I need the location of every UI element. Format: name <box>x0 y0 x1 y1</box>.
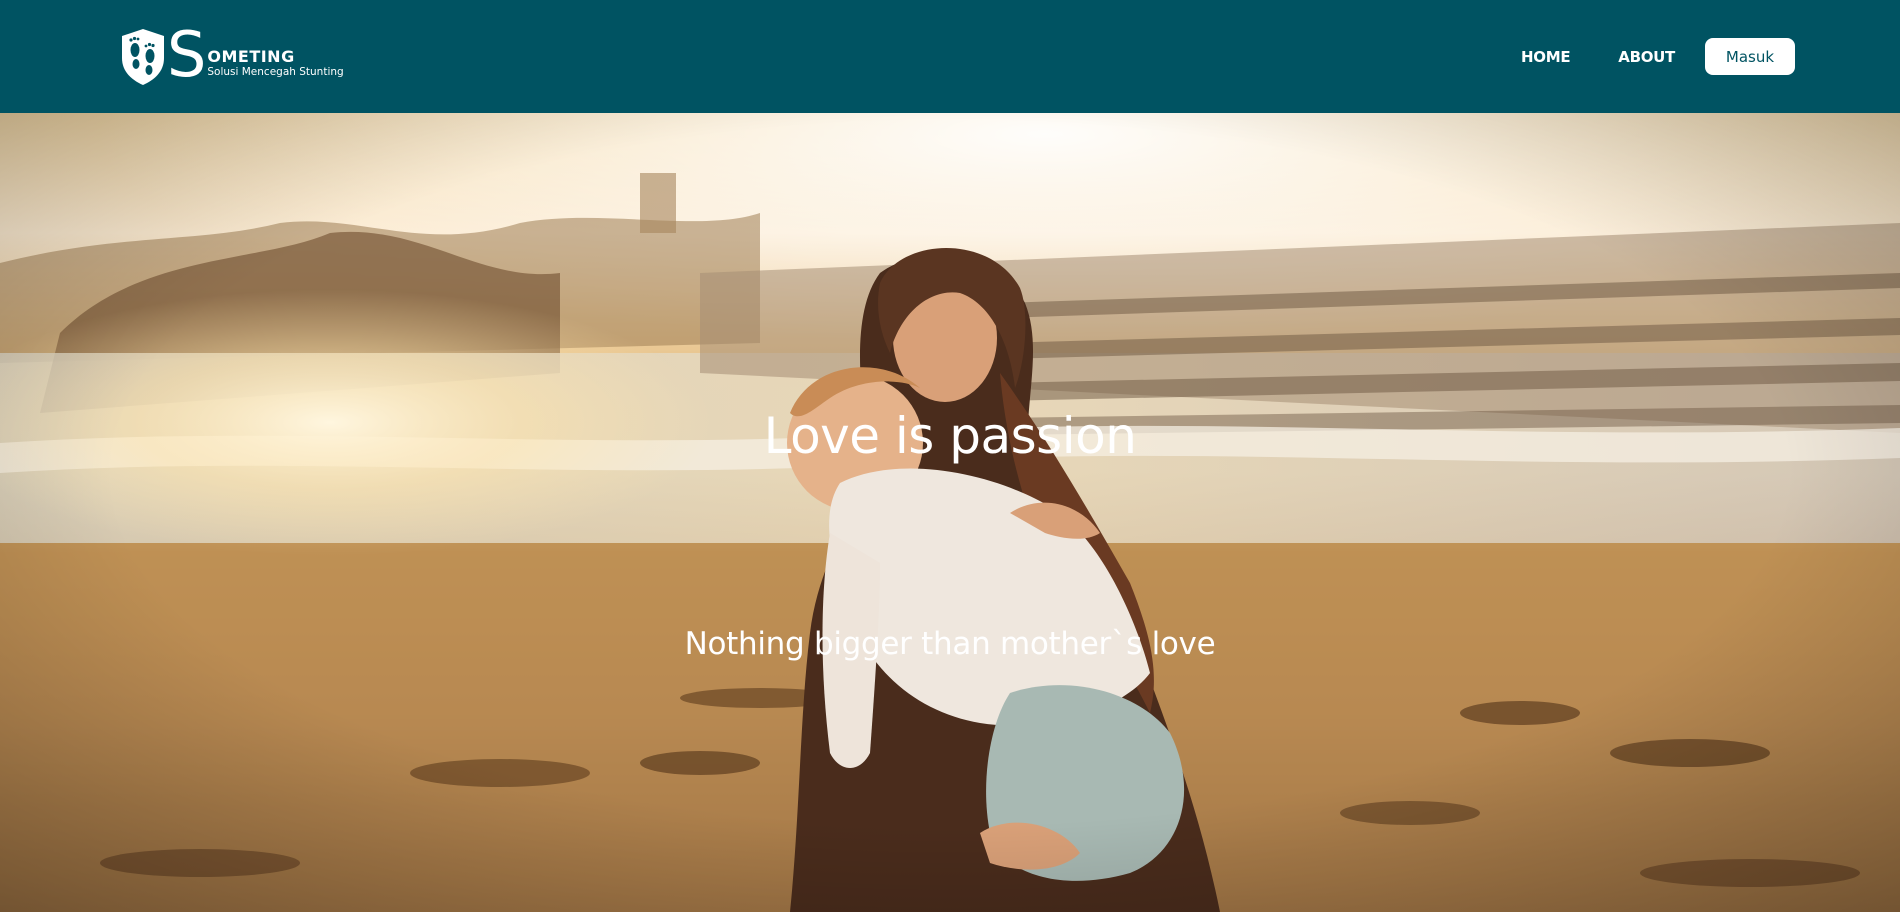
brand-tagline: Solusi Mencegah Stunting <box>207 66 344 78</box>
login-button[interactable]: Masuk <box>1705 38 1795 75</box>
hero-title: Love is passion <box>763 406 1137 465</box>
brand-letter: S <box>167 18 207 91</box>
nav-home-link[interactable]: HOME <box>1521 48 1571 66</box>
nav-about-link[interactable]: ABOUT <box>1618 48 1675 66</box>
brand-name: OMETING <box>207 47 295 66</box>
navbar: S OMETING Solusi Mencegah Stunting HOME … <box>0 0 1900 113</box>
brand-logo[interactable]: S OMETING Solusi Mencegah Stunting <box>120 18 344 91</box>
brand-text: OMETING Solusi Mencegah Stunting <box>207 49 343 79</box>
hero-banner: Love is passion Nothing bigger than moth… <box>0 113 1900 912</box>
footprints-shield-icon <box>122 29 164 85</box>
hero-background-photo <box>0 113 1900 912</box>
main-nav: HOME ABOUT Masuk <box>1521 38 1795 75</box>
hero-subtitle: Nothing bigger than mother`s love <box>684 626 1216 662</box>
